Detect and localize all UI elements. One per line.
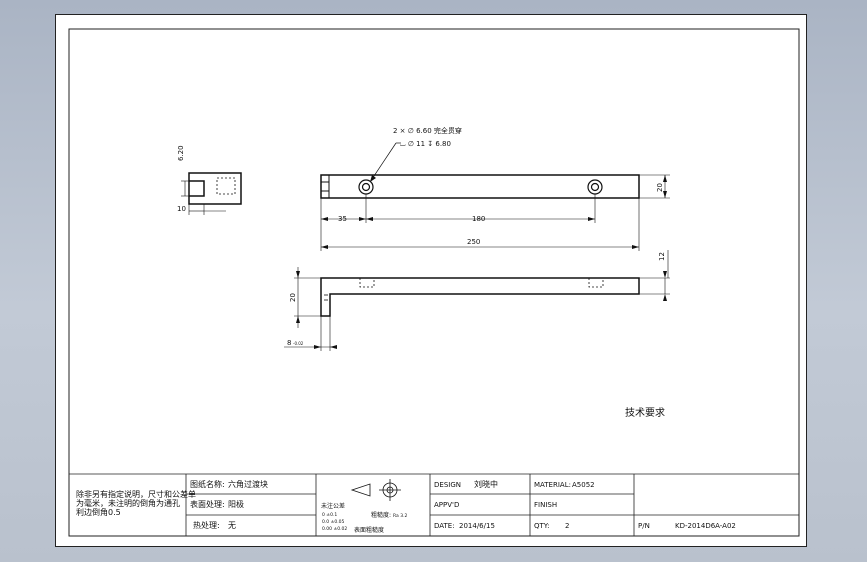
dim-leg-width: 8: [287, 339, 291, 347]
surface-roughness-label: 表面粗糙度: [354, 526, 384, 534]
part-number-label: P/N: [638, 522, 650, 530]
finish-label: FINISH: [534, 501, 557, 509]
counterbore-hole-2: [587, 179, 603, 195]
hole-callout-2: ⌴ ∅ 11 ↧ 6.80: [400, 140, 451, 148]
dim-side-height: 6.20: [177, 145, 185, 161]
front-view: [284, 250, 670, 351]
heat-treatment-value: 无: [228, 521, 236, 530]
front-view-outline: [320, 277, 640, 317]
surface-treatment-label: 表面处理:: [190, 499, 225, 509]
design-value: 刘晓中: [474, 479, 498, 489]
tolerance-row3: 0.00 ±0.02: [322, 526, 347, 532]
material-label: MATERIAL:: [534, 481, 571, 489]
technical-requirements-heading: 技术要求: [625, 406, 665, 419]
dim-leg-tol: -0.02: [293, 341, 304, 346]
inner-frame: [68, 28, 800, 537]
dim-side-width: 10: [177, 205, 186, 213]
side-view-hidden-hole: [216, 177, 236, 195]
drawing-name-label: 图纸名称:: [190, 479, 225, 489]
roughness-label: 粗糙度:: [371, 511, 391, 519]
counterbore-hole-1: [358, 179, 374, 195]
general-note-line1: 除非另有指定说明，尺寸和公差单: [76, 489, 196, 499]
tolerance-label: 未注公差: [321, 502, 345, 510]
general-note-line3: 利边倒角0.5: [76, 507, 121, 517]
heat-treatment-label: 热处理:: [193, 520, 220, 530]
side-view-slot: [189, 180, 205, 197]
hole-callout-1: 2 × ∅ 6.60 完全贯穿: [393, 126, 462, 135]
side-view: [181, 172, 242, 215]
date-label: DATE:: [434, 522, 455, 530]
surface-treatment-value: 阳极: [228, 499, 244, 509]
dim-part-height: 20: [656, 183, 664, 192]
dim-leg-height: 20: [289, 293, 297, 302]
tolerance-row1: 0 ±0.1: [322, 512, 337, 518]
dim-first-hole: 35: [338, 215, 347, 223]
dim-overall-length: 250: [467, 238, 480, 246]
drawing-canvas: 6.20 10 2 × ∅ 6.60 完全贯穿 ⌴ ∅ 11 ↧ 6.80 35…: [68, 28, 800, 537]
top-view: [320, 142, 670, 251]
hole-leader: [369, 142, 397, 183]
dim-thickness: 12: [658, 252, 666, 261]
part-number-value: KD-2014D6A-A02: [675, 522, 736, 530]
material-value: A5052: [572, 481, 595, 489]
drawing-sheet: 6.20 10 2 × ∅ 6.60 完全贯穿 ⌴ ∅ 11 ↧ 6.80 35…: [55, 14, 807, 547]
date-value: 2014/6/15: [459, 522, 495, 530]
qty-label: QTY:: [534, 522, 550, 530]
drawing-name-value: 六角过渡块: [228, 479, 268, 489]
projection-symbol: [350, 479, 401, 501]
design-label: DESIGN: [434, 481, 461, 489]
general-note-line2: 为毫米，未注明的倒角为通孔: [76, 498, 180, 508]
appvd-label: APPV'D: [434, 501, 459, 509]
tolerance-row2: 0.0 ±0.05: [322, 519, 345, 525]
dim-hole-spacing: 180: [472, 215, 485, 223]
qty-value: 2: [565, 522, 569, 530]
roughness-value: Ra 3.2: [393, 513, 408, 519]
